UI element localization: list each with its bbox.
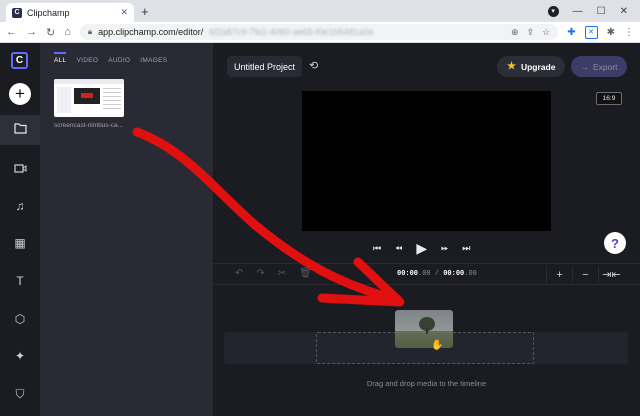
grab-cursor-icon: ✋ <box>431 340 444 351</box>
clipchamp-favicon-icon: C <box>12 7 22 18</box>
sidebar-item-audio[interactable]: ♫ <box>0 191 40 221</box>
duplicate-icon[interactable]: ⧉ <box>325 268 332 279</box>
shield-icon: ⛉ <box>15 386 25 401</box>
browser-menu-icon[interactable]: ⋮ <box>624 27 634 38</box>
playback-controls: ⏮︎ ⏪︎ ▶ ⏩︎ ⏭︎ <box>373 240 470 257</box>
home-icon[interactable]: ⌂ <box>64 26 71 38</box>
timeline-toolbar: ↶ ↷ ✂ 🗑︎ ⧉ 00:00.00 / 00:00.00 + − ⇥⇤ <box>213 263 640 285</box>
bookmark-star-icon[interactable]: ☆ <box>542 27 550 38</box>
sparkle-icon: ✦ <box>14 349 26 363</box>
project-name-field[interactable]: Untitled Project <box>227 56 303 77</box>
sidebar-item-text[interactable]: T <box>0 266 40 296</box>
add-media-button[interactable]: + <box>9 83 31 105</box>
scissors-icon[interactable]: ✂ <box>278 268 286 279</box>
minimize-icon[interactable]: — <box>573 6 583 17</box>
video-camera-icon <box>13 162 27 176</box>
address-bar[interactable]: 🔒︎ app.clipchamp.com/editor/6f2a87c9-7fe… <box>79 24 559 40</box>
sidebar-item-stock-video[interactable]: ▦ <box>0 228 40 258</box>
window-controls: ▾ — ☐ ✕ <box>547 0 640 22</box>
browser-tab[interactable]: C Clipchamp ✕ <box>6 3 134 22</box>
music-note-icon: ♫ <box>15 199 25 213</box>
media-thumbnail[interactable] <box>54 79 124 117</box>
clipchamp-logo-icon: C <box>11 52 28 69</box>
upgrade-button[interactable]: ★ Upgrade <box>497 56 566 77</box>
sidebar-rail: C + ♫ ▦ T ⬡ ✦ ⛉ <box>0 43 40 416</box>
tab-title: Clipchamp <box>27 7 70 18</box>
dragged-media-clip[interactable] <box>395 310 453 348</box>
media-file-name: screencast-nimbus-ca... <box>54 122 123 129</box>
browser-tab-bar: C Clipchamp ✕ + ▾ — ☐ ✕ <box>0 0 640 22</box>
editor-area: Untitled Project ⟲ ★ Upgrade → Export 16… <box>213 43 640 416</box>
tab-all[interactable]: ALL <box>54 52 67 64</box>
url-host: app.clipchamp.com/editor/ <box>98 27 204 37</box>
help-button[interactable]: ? <box>604 232 626 254</box>
media-filter-tabs: ALL VIDEO AUDIO IMAGES <box>54 52 167 64</box>
folder-icon <box>13 123 27 137</box>
film-icon: ▦ <box>14 236 26 250</box>
timecode-current-frac: .00 <box>418 270 431 278</box>
sidebar-item-brand-kit[interactable]: ⛉ <box>0 379 40 409</box>
timecode-total-frac: .00 <box>464 270 477 278</box>
tab-images[interactable]: IMAGES <box>140 57 167 64</box>
extension-pin-icon[interactable]: ✚ <box>567 27 575 38</box>
tab-video[interactable]: VIDEO <box>76 57 98 64</box>
rewind-icon[interactable]: ⏪︎ <box>395 243 402 254</box>
play-icon[interactable]: ▶ <box>416 240 427 257</box>
window-close-icon[interactable]: ✕ <box>620 6 628 17</box>
back-icon[interactable]: ← <box>6 26 17 38</box>
fit-timeline-icon[interactable]: ⇥⇤ <box>598 266 624 283</box>
media-panel: ALL VIDEO AUDIO IMAGES screencast-nimbus… <box>40 43 213 416</box>
extension-capture-icon[interactable]: ✕ <box>584 25 598 39</box>
profile-icon[interactable]: ▾ <box>547 5 559 17</box>
sidebar-item-graphics[interactable]: ⬡ <box>0 304 40 334</box>
upgrade-label: Upgrade <box>520 61 556 72</box>
clipchamp-app: C + ♫ ▦ T ⬡ ✦ ⛉ ALL VIDEO AUDIO IMAGES s… <box>0 43 640 416</box>
timecode-current: 00:00 <box>397 270 419 278</box>
aspect-ratio-button[interactable]: 16:9 <box>596 92 622 105</box>
timecode-total: 00:00 <box>443 270 465 278</box>
install-icon[interactable]: ⊕ <box>511 27 519 38</box>
url-path-redacted: 6f2a87c9-7fe2-4060-ae65-f0e1b5481a0e <box>209 27 374 37</box>
lock-icon[interactable]: 🔒︎ <box>88 27 92 37</box>
zoom-out-icon[interactable]: − <box>572 266 598 283</box>
video-preview[interactable] <box>302 91 551 231</box>
fast-forward-icon[interactable]: ⏩︎ <box>441 243 448 254</box>
sidebar-item-transitions[interactable]: ✦ <box>0 341 40 371</box>
maximize-icon[interactable]: ☐ <box>597 6 606 17</box>
new-tab-icon[interactable]: + <box>141 4 149 19</box>
trash-icon[interactable]: 🗑︎ <box>299 268 312 279</box>
tab-audio[interactable]: AUDIO <box>108 57 130 64</box>
timecode-separator: / <box>430 270 444 278</box>
redo-icon[interactable]: ↷ <box>256 268 264 279</box>
cube-icon: ⬡ <box>14 312 26 326</box>
zoom-in-icon[interactable]: + <box>546 266 572 283</box>
reload-icon[interactable]: ↻ <box>46 26 55 39</box>
share-icon[interactable]: ⇪ <box>527 27 535 38</box>
text-icon: T <box>16 274 24 288</box>
sidebar-item-record[interactable] <box>0 154 40 184</box>
skip-back-icon[interactable]: ⏮︎ <box>373 243 381 254</box>
export-button[interactable]: → Export <box>571 56 627 77</box>
sync-icon[interactable]: ⟲ <box>309 59 318 72</box>
undo-icon[interactable]: ↶ <box>235 268 243 279</box>
extensions-puzzle-icon[interactable]: ✱ <box>607 27 615 38</box>
arrow-right-icon: → <box>580 61 589 72</box>
export-label: Export <box>592 61 618 72</box>
skip-forward-icon[interactable]: ⏭︎ <box>462 243 470 254</box>
drop-hint-text: Drag and drop media to the timeline <box>366 379 487 388</box>
browser-toolbar: ← → ↻ ⌂ 🔒︎ app.clipchamp.com/editor/6f2a… <box>0 22 640 43</box>
forward-icon[interactable]: → <box>26 26 37 38</box>
star-icon: ★ <box>507 61 516 72</box>
timecode: 00:00.00 / 00:00.00 <box>397 270 477 278</box>
tab-close-icon[interactable]: ✕ <box>120 7 128 18</box>
sidebar-item-media[interactable] <box>0 115 40 145</box>
